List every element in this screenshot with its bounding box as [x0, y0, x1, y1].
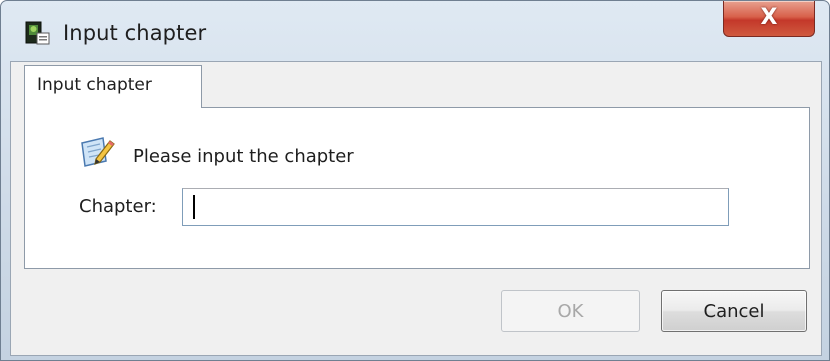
close-icon: X — [760, 5, 778, 30]
prompt-text: Please input the chapter — [133, 146, 354, 167]
chapter-label: Chapter: — [79, 196, 157, 217]
tab-input-chapter[interactable]: Input chapter — [24, 65, 202, 108]
window-title: Input chapter — [63, 21, 207, 45]
ok-button[interactable]: OK — [501, 290, 640, 332]
title-bar[interactable]: Input chapter X — [1, 1, 829, 61]
app-icon — [25, 21, 50, 45]
text-caret — [193, 195, 195, 219]
tab-label: Input chapter — [37, 75, 152, 95]
dialog-window: Input chapter X Input chapter Please inp… — [0, 0, 830, 361]
dialog-content: Input chapter Please input the chapter C… — [10, 61, 822, 356]
cancel-button[interactable]: Cancel — [661, 290, 807, 332]
close-button[interactable]: X — [723, 1, 815, 37]
edit-note-icon — [81, 137, 115, 167]
chapter-input[interactable] — [182, 188, 729, 226]
